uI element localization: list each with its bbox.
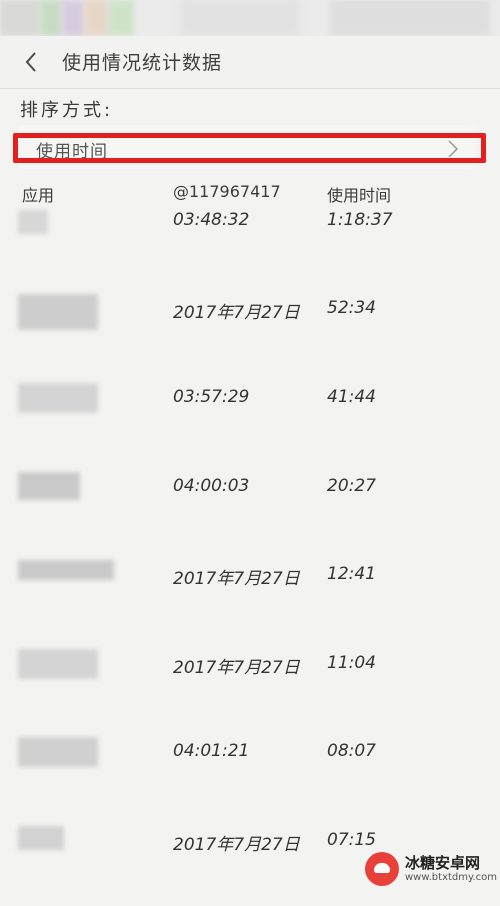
status-blur xyxy=(180,0,300,36)
sort-selector[interactable]: 使用时间 xyxy=(18,125,476,169)
status-blur xyxy=(108,0,134,36)
row-duration: 11:04 xyxy=(327,653,376,673)
column-header-duration: 使用时间 xyxy=(327,186,392,205)
table-row[interactable]: 03:48:32 1:18:37 xyxy=(0,206,500,286)
app-icon xyxy=(18,294,98,330)
row-date: 2017年7月27日 xyxy=(173,569,300,589)
app-header: 使用情况统计数据 xyxy=(0,36,500,89)
row-date: 03:48:32 xyxy=(173,210,250,230)
status-blur xyxy=(84,0,108,36)
watermark-url: www.btxtdmy.com xyxy=(405,872,498,883)
sort-label: 排序方式: xyxy=(20,100,114,121)
row-date: 2017年7月27日 xyxy=(173,303,300,323)
column-header-date: @117967417 xyxy=(173,182,281,201)
app-icon xyxy=(18,210,48,234)
row-date: 04:01:21 xyxy=(173,741,250,761)
table-row[interactable]: 2017年7月27日 52:34 xyxy=(0,294,500,374)
status-blur xyxy=(40,0,62,36)
table-row[interactable]: 04:01:21 08:07 xyxy=(0,737,500,817)
sort-value: 使用时间 xyxy=(36,142,108,162)
app-icon xyxy=(18,472,80,500)
column-header-app: 应用 xyxy=(22,186,55,205)
app-icon xyxy=(18,383,98,413)
row-date: 2017年7月27日 xyxy=(173,835,300,855)
status-blur xyxy=(62,0,84,36)
row-date: 2017年7月27日 xyxy=(173,658,300,678)
page-title: 使用情况统计数据 xyxy=(62,52,223,74)
table-row[interactable]: 2017年7月27日 11:04 xyxy=(0,649,500,729)
app-icon xyxy=(18,560,114,580)
status-blur xyxy=(330,0,490,36)
app-icon xyxy=(18,737,98,767)
row-duration: 08:07 xyxy=(327,741,376,761)
status-blur xyxy=(0,0,40,36)
row-duration: 52:34 xyxy=(327,298,376,318)
watermark-logo-icon xyxy=(365,852,399,886)
row-duration: 41:44 xyxy=(327,387,376,407)
app-icon xyxy=(18,649,98,679)
app-icon xyxy=(18,826,64,850)
table-row[interactable]: 04:00:03 20:27 xyxy=(0,472,500,552)
row-date: 03:57:29 xyxy=(173,387,250,407)
chevron-left-icon[interactable] xyxy=(20,50,44,74)
table-row[interactable]: 03:57:29 41:44 xyxy=(0,383,500,463)
row-date: 04:00:03 xyxy=(173,476,250,496)
watermark-name: 冰糖安卓网 xyxy=(405,854,481,872)
status-bar xyxy=(0,0,500,36)
chevron-right-icon xyxy=(448,140,459,158)
watermark: 冰糖安卓网 www.btxtdmy.com xyxy=(365,848,500,890)
row-duration: 12:41 xyxy=(327,564,376,584)
row-duration: 07:15 xyxy=(327,830,376,850)
row-duration: 1:18:37 xyxy=(327,210,393,230)
table-row[interactable]: 2017年7月27日 12:41 xyxy=(0,560,500,640)
row-duration: 20:27 xyxy=(327,476,376,496)
